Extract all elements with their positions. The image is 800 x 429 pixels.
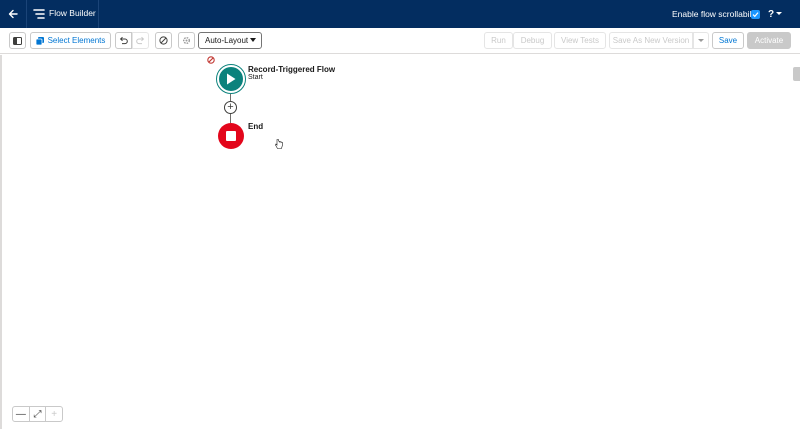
connector-line [230, 94, 231, 101]
undo-button[interactable] [115, 32, 132, 49]
save-label: Save [718, 36, 738, 45]
chevron-down-icon [698, 38, 704, 42]
redo-icon [136, 36, 145, 45]
chevron-down-icon [250, 38, 256, 42]
back-button[interactable] [0, 0, 27, 28]
side-panel-tab[interactable] [793, 67, 800, 81]
activate-label: Activate [754, 36, 784, 45]
builder-toolbar: Select Elements Auto-Layout Run Debug Vi… [0, 28, 800, 54]
run-button[interactable]: Run [484, 32, 513, 49]
save-button[interactable]: Save [712, 32, 744, 49]
select-elements-button[interactable]: Select Elements [30, 32, 111, 49]
error-ban-icon [207, 56, 215, 64]
flow-canvas[interactable] [0, 55, 800, 429]
select-elements-label: Select Elements [47, 36, 106, 45]
play-icon [227, 73, 236, 85]
chevron-down-icon [776, 12, 783, 15]
start-node[interactable] [216, 64, 246, 94]
debug-button[interactable]: Debug [513, 32, 552, 49]
start-node-circle [219, 67, 243, 91]
panel-icon [13, 36, 22, 45]
zoom-out-icon: — [15, 408, 26, 420]
fit-to-view-button[interactable]: ⤢ [30, 407, 47, 421]
app-header: Flow Builder Enable flow scrollability ? [0, 0, 800, 28]
zoom-controls: — ⤢ + [12, 406, 63, 422]
view-tests-label: View Tests [561, 36, 599, 45]
error-check-button[interactable] [155, 32, 172, 49]
ban-icon [159, 36, 168, 45]
undo-icon [119, 36, 128, 45]
layout-select-value: Auto-Layout [205, 36, 249, 45]
expand-icon: ⤢ [33, 408, 42, 420]
add-element-button[interactable]: + [224, 101, 237, 114]
layout-select[interactable]: Auto-Layout [198, 32, 262, 49]
zoom-out-button[interactable]: — [13, 407, 30, 421]
start-node-subtitle: Start [248, 74, 263, 81]
save-menu-button[interactable] [693, 32, 709, 49]
help-icon: ? [768, 8, 775, 20]
run-label: Run [491, 36, 506, 45]
settings-button[interactable] [178, 32, 195, 49]
select-elements-icon [35, 36, 44, 45]
checkmark-icon [752, 12, 759, 18]
stop-icon [226, 131, 236, 141]
app-title: Flow Builder [49, 8, 96, 18]
save-as-new-version-button[interactable]: Save As New Version [609, 32, 693, 49]
view-tests-button[interactable]: View Tests [554, 32, 606, 49]
gear-icon [183, 37, 190, 44]
start-node-title: Record-Triggered Flow [248, 65, 336, 74]
pointer-cursor-icon [275, 139, 283, 149]
header-divider [98, 0, 99, 28]
toggle-panel-button[interactable] [9, 32, 26, 49]
debug-label: Debug [520, 36, 545, 45]
flow-logo-icon [33, 9, 45, 19]
redo-button[interactable] [132, 32, 149, 49]
scroll-toggle-label: Enable flow scrollability [672, 9, 760, 19]
connector-line [230, 114, 231, 123]
scroll-toggle-checkbox[interactable] [751, 10, 760, 19]
zoom-in-button[interactable]: + [46, 407, 62, 421]
add-icon: + [227, 101, 234, 113]
help-menu-button[interactable]: ? [768, 7, 800, 21]
end-node[interactable] [218, 123, 244, 149]
zoom-in-icon: + [51, 408, 58, 420]
back-arrow-icon [8, 9, 18, 19]
save-as-label: Save As New Version [612, 36, 690, 45]
end-node-label: End [248, 122, 264, 131]
activate-button[interactable]: Activate [747, 32, 791, 49]
